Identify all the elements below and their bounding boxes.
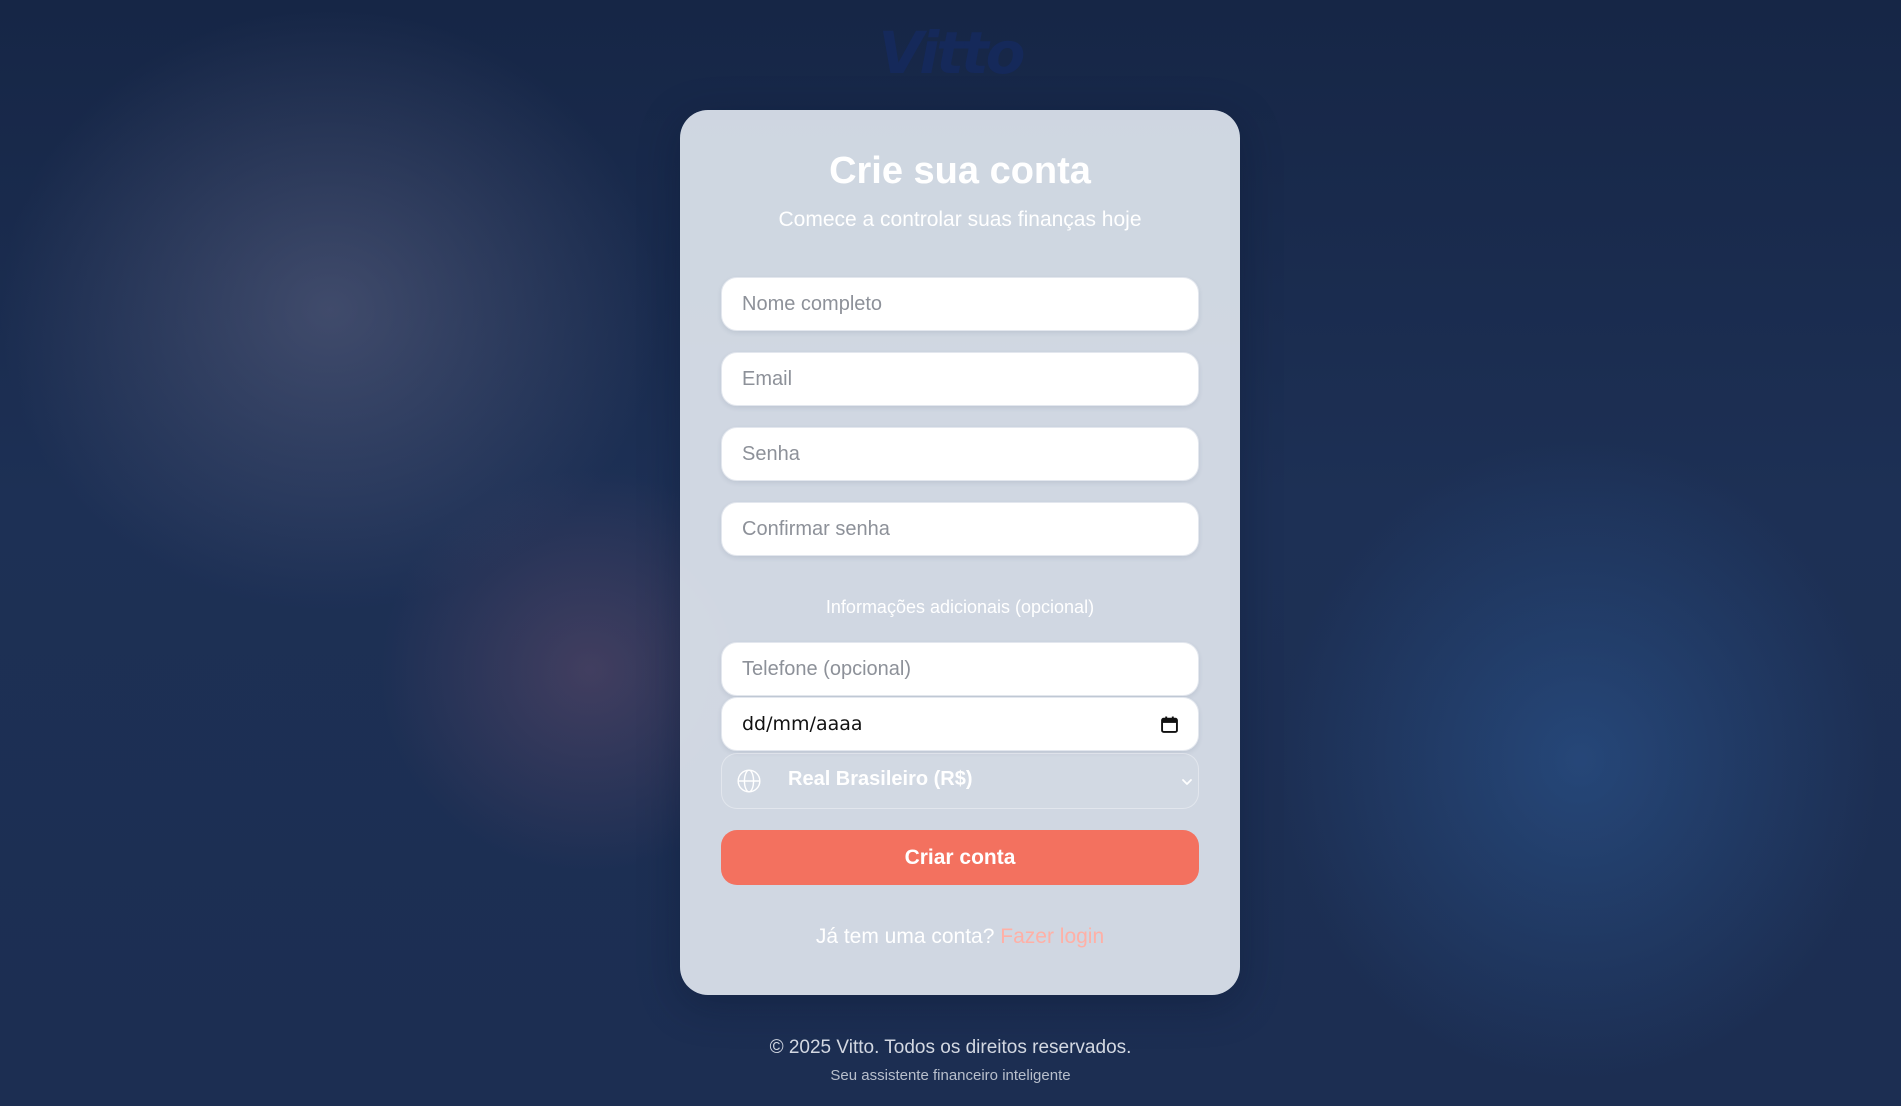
birthdate-value: dd/mm/aaaa	[742, 713, 863, 735]
birthdate-input[interactable]: dd/mm/aaaa	[721, 697, 1199, 751]
chevron-down-icon	[1182, 779, 1192, 785]
currency-select[interactable]: Real Brasileiro (R$)	[721, 753, 1199, 809]
footer-tagline: Seu assistente financeiro inteligente	[830, 1067, 1071, 1084]
password-input[interactable]	[721, 427, 1199, 481]
full-name-input[interactable]	[721, 277, 1199, 331]
confirm-password-input[interactable]	[721, 502, 1199, 556]
page-title: Crie sua conta	[829, 150, 1091, 192]
login-link[interactable]: Fazer login	[1000, 925, 1104, 948]
calendar-icon[interactable]	[1161, 716, 1178, 733]
footer-copyright: © 2025 Vitto. Todos os direitos reservad…	[769, 1037, 1132, 1058]
currency-select-value: Real Brasileiro (R$)	[788, 768, 973, 790]
email-input[interactable]	[721, 352, 1199, 406]
brand-logo: Vitto	[878, 19, 1025, 87]
create-account-button[interactable]: Criar conta	[721, 830, 1199, 885]
page-subtitle: Comece a controlar suas finanças hoje	[778, 208, 1142, 231]
phone-input[interactable]	[721, 642, 1199, 696]
signup-card: Crie sua conta Comece a controlar suas f…	[680, 110, 1240, 995]
login-prompt: Já tem uma conta?	[815, 925, 995, 948]
globe-icon	[737, 769, 761, 793]
optional-section-label: Informações adicionais (opcional)	[825, 597, 1095, 617]
login-prompt-row: Já tem uma conta? Fazer login	[680, 925, 1240, 949]
